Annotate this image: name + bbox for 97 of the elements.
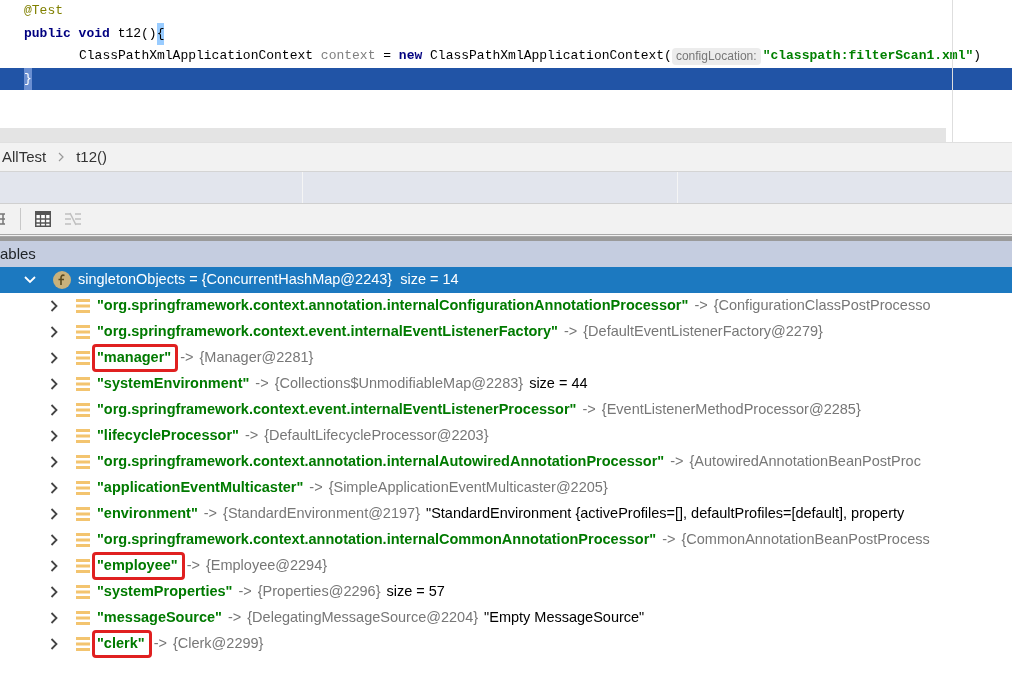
entry-icon [76, 532, 90, 548]
map-key: "lifecycleProcessor" [97, 425, 239, 447]
code-text: ClassPathXmlApplicationContext [79, 47, 315, 65]
breadcrumb-item[interactable]: t12() [76, 145, 108, 169]
tree-row[interactable]: "org.springframework.context.annotation.internalCommonAnnotationProcessor" -> {CommonAnnotationBeanPostProcess [0, 527, 1012, 553]
entry-icon [76, 298, 90, 314]
variable-size: size = 14 [400, 270, 459, 290]
value-detail: size = 57 [386, 582, 445, 602]
variable-name: singletonObjects = {ConcurrentHashMap@2243} [78, 270, 393, 290]
map-key: "manager" [97, 347, 172, 369]
entry-icon [76, 402, 90, 418]
arrow-text: -> [180, 348, 194, 368]
map-value: {Manager@2281} [199, 348, 314, 368]
entry-icon [76, 454, 90, 470]
tree-row[interactable]: "systemProperties" -> {Properties@2296} size = 57 [0, 579, 1012, 605]
entry-icon [76, 610, 90, 626]
tree-row[interactable]: "applicationEventMulticaster" -> {SimpleApplicationEventMulticaster@2205} [0, 475, 1012, 501]
map-key: "environment" [97, 503, 198, 525]
tree-row[interactable]: "org.springframework.context.event.internalEventListenerProcessor" -> {EventListenerMethodProcessor@2285} [0, 397, 1012, 423]
entry-icon [76, 558, 90, 574]
map-value: {DefaultLifecycleProcessor@2203} [264, 426, 489, 446]
value-detail: "StandardEnvironment {activeProfiles=[], defaultProfiles=[default], property [426, 504, 905, 524]
value-detail: "Empty MessageSource" [484, 608, 645, 628]
entry-icon [76, 584, 90, 600]
map-value: {CommonAnnotationBeanPostProcess [681, 530, 930, 550]
arrow-text: -> [238, 582, 252, 602]
code-text: t12() [117, 24, 157, 43]
map-value: {Collections$UnmodifiableMap@2283} [274, 374, 524, 394]
arrow-text: -> [228, 608, 242, 628]
keyword-text: public void [24, 24, 111, 43]
variable-text: context [320, 47, 376, 65]
map-value: {Properties@2296} [257, 582, 381, 602]
tree-row[interactable]: "lifecycleProcessor" -> {DefaultLifecycleProcessor@2203} [0, 423, 1012, 449]
arrow-text: -> [563, 322, 578, 342]
tree-row[interactable]: "messageSource" -> {DelegatingMessageSource@2204} "Empty MessageSource" [0, 605, 1012, 631]
map-key: "messageSource" [97, 607, 222, 629]
map-value: {StandardEnvironment@2197} [223, 504, 420, 524]
tree-row[interactable]: singletonObjects = {ConcurrentHashMap@2243} size = 14 [0, 267, 1012, 293]
arrow-text: -> [309, 478, 323, 498]
entry-icon [76, 636, 90, 652]
map-key: "applicationEventMulticaster" [97, 477, 304, 499]
parameter-hint: configLocation: [671, 47, 761, 65]
entry-icon [76, 324, 90, 340]
arrow-text: -> [662, 530, 676, 550]
code-text: ) [973, 47, 982, 65]
tree-row[interactable]: "org.springframework.context.event.internalEventListenerFactory" -> {DefaultEventListenerFactory@2279} [0, 319, 1012, 345]
map-key: "org.springframework.context.annotation.internalConfigurationAnnotationProcessor" [97, 295, 689, 317]
map-key: "clerk" [97, 633, 145, 655]
entry-icon [76, 350, 90, 366]
code-text: ClassPathXmlApplicationContext( [429, 47, 672, 65]
tree-row[interactable]: "environment" -> {StandardEnvironment@2197} "StandardEnvironment {activeProfiles=[], defaultProfiles=[default], property [0, 501, 1012, 527]
map-value: {SimpleApplicationEventMulticaster@2205} [328, 478, 608, 498]
map-value: {Employee@2294} [205, 556, 328, 576]
arrow-text: -> [186, 556, 200, 576]
value-detail: size = 44 [529, 374, 588, 394]
map-value: {ConfigurationClassPostProcesso [713, 296, 931, 316]
entry-icon [76, 428, 90, 444]
panel-title: ables [0, 243, 36, 264]
tree-row[interactable]: "employee" -> {Employee@2294} [0, 553, 1012, 579]
map-value: {AutowiredAnnotationBeanPostProc [689, 452, 921, 472]
tree-row[interactable]: "systemEnvironment" -> {Collections$UnmodifiableMap@2283} size = 44 [0, 371, 1012, 397]
map-value: {Clerk@2299} [172, 634, 264, 654]
chevron-icon [58, 152, 65, 162]
breadcrumb-item[interactable]: AllTest [2, 145, 47, 169]
arrow-text: -> [244, 426, 259, 446]
field-icon [52, 270, 72, 290]
code-text: = [382, 47, 393, 65]
map-key: "systemProperties" [97, 581, 233, 603]
entry-icon [76, 376, 90, 392]
tree-row[interactable]: "org.springframework.context.annotation.internalConfigurationAnnotationProcessor" -> {ConfigurationClassPostProcesso [0, 293, 1012, 319]
map-value: {EventListenerMethodProcessor@2285} [601, 400, 861, 420]
tree-row[interactable]: "org.springframework.context.annotation.internalAutowiredAnnotationProcessor" -> {AutowiredAnnotationBeanPostProc [0, 449, 1012, 475]
annotation-text: @Test [24, 2, 63, 20]
brace-text: { [156, 22, 165, 45]
map-key: "org.springframework.context.annotation.internalAutowiredAnnotationProcessor" [97, 451, 665, 473]
entry-icon [76, 480, 90, 496]
toolbar-icon[interactable] [0, 211, 6, 227]
map-key: "org.springframework.context.event.internalEventListenerProcessor" [97, 399, 577, 421]
map-key: "org.springframework.context.event.internalEventListenerFactory" [97, 321, 558, 343]
map-value: {DefaultEventListenerFactory@2279} [583, 322, 823, 342]
map-key: "systemEnvironment" [97, 373, 250, 395]
string-literal: "classpath:filterScan1.xml" [762, 47, 974, 65]
keyword-text: new [398, 47, 423, 65]
map-key: "employee" [97, 555, 178, 577]
arrow-text: -> [582, 400, 596, 420]
tree-row[interactable]: "clerk" -> {Clerk@2299} [0, 631, 1012, 657]
map-key: "org.springframework.context.annotation.internalCommonAnnotationProcessor" [97, 529, 657, 551]
arrow-text: -> [153, 634, 167, 654]
brace-text: } [24, 67, 32, 90]
table-icon[interactable] [35, 211, 51, 227]
entry-icon [76, 506, 90, 522]
arrow-text: -> [255, 374, 269, 394]
arrow-text: -> [203, 504, 218, 524]
arrow-text: -> [694, 296, 708, 316]
tree-row[interactable]: "manager" -> {Manager@2281} [0, 345, 1012, 371]
arrow-text: -> [670, 452, 684, 472]
map-value: {DelegatingMessageSource@2204} [247, 608, 479, 628]
